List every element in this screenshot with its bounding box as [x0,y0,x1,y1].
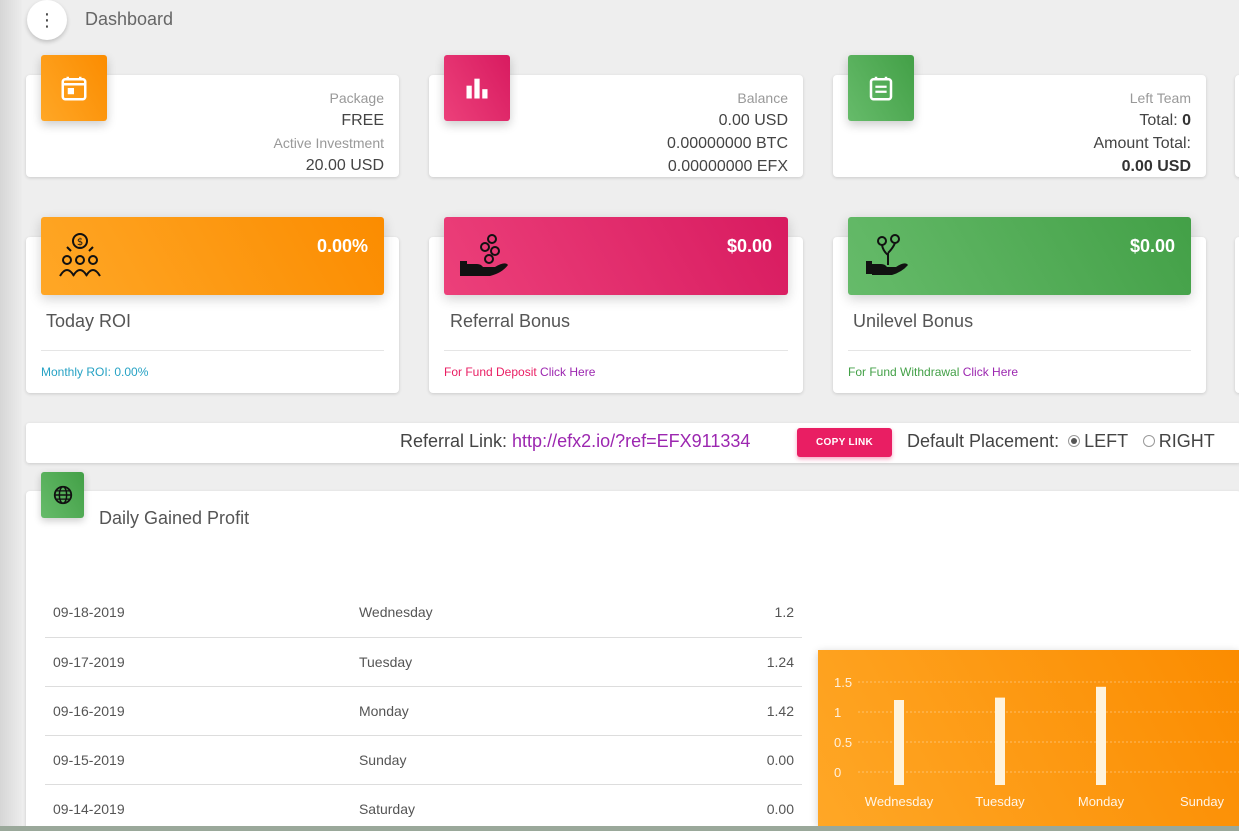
today-roi-amount: 0.00% [316,236,368,256]
table-row: 09-14-2019 Saturday 0.00 [45,784,802,831]
fund-withdrawal-text: For Fund Withdrawal [848,365,963,379]
divider [848,350,1191,351]
fund-deposit-footer: For Fund Deposit Click Here [444,365,595,379]
x-tick-label: Tuesday [975,794,1025,809]
profit-chart: 1.5 1 0.5 0 Wednesday Tuesday Monday Sunday [818,650,1239,826]
profit-table: 09-18-2019 Wednesday 1.2 09-17-2019 Tues… [45,588,802,831]
partial-card [1235,237,1239,393]
row-date: 09-17-2019 [45,637,351,687]
profit-icon-box [41,472,84,518]
page-title: Dashboard [85,9,174,29]
divider [444,350,788,351]
bar-tuesday [995,697,1005,785]
sidebar-edge [0,0,22,831]
placement-label: Default Placement: [907,431,1060,451]
default-placement: Default Placement: LEFT RIGHT [907,431,1215,452]
svg-text:$: $ [77,237,83,248]
balance-label: Balance [737,90,788,106]
row-value: 0.00 [650,784,802,831]
fund-deposit-link[interactable]: Click Here [540,365,595,379]
calendar-icon [61,76,87,101]
y-tick-label: 1 [834,705,841,720]
table-row: 09-18-2019 Wednesday 1.2 [45,588,802,638]
partial-card [1235,75,1239,177]
referral-bar: Referral Link: http://efx2.io/?ref=EFX91… [26,423,1239,463]
fund-withdrawal-link[interactable]: Click Here [963,365,1018,379]
package-label: Package [329,90,384,106]
referral-link[interactable]: http://efx2.io/?ref=EFX911334 [512,431,750,451]
bottom-edge [0,826,1239,831]
x-tick-label: Sunday [1180,794,1225,809]
y-tick-label: 1.5 [834,675,852,690]
monthly-roi-footer: Monthly ROI: 0.00% [41,365,148,379]
row-date: 09-15-2019 [45,735,351,785]
total-label: Total: [1139,112,1178,129]
fund-withdrawal-footer: For Fund Withdrawal Click Here [848,365,1018,379]
row-value: 0.00 [650,735,802,785]
bar-monday [1096,686,1106,785]
menu-button[interactable]: ⋮ [27,0,67,40]
radio-left[interactable] [1068,434,1081,447]
row-date: 09-16-2019 [45,686,351,736]
bar-chart-icon [466,78,488,99]
unilevel-bonus-banner: $0.00 [848,217,1191,295]
plant-hand-icon [866,234,908,275]
row-value: 1.42 [650,686,802,736]
profit-bar-chart: 1.5 1 0.5 0 Wednesday Tuesday Monday Sunday [834,675,1239,809]
globe-icon [53,485,72,505]
package-icon-box [41,55,107,121]
balance-efx: 0.00000000 EFX [667,158,788,175]
row-date: 09-14-2019 [45,784,351,831]
today-roi-title: Today ROI [46,311,132,331]
x-tick-label: Wednesday [865,794,934,809]
today-roi-banner: $ 0.00% [41,217,384,295]
table-row: 09-15-2019 Sunday 0.00 [45,735,802,785]
total-value: 0 [1182,112,1191,129]
x-tick-label: Monday [1078,794,1125,809]
row-day: Saturday [350,784,651,831]
referral-label-text: Referral Link: [400,431,513,451]
table-row: 09-17-2019 Tuesday 1.24 [45,637,802,687]
radio-right[interactable] [1142,434,1155,447]
referral-bonus-banner: $0.00 [444,217,788,295]
table-row: 09-16-2019 Monday 1.42 [45,686,802,736]
balance-usd: 0.00 USD [718,112,788,129]
monthly-roi-text: Monthly ROI: 0.00% [41,365,149,379]
radio-left-label[interactable]: LEFT [1084,431,1128,451]
referral-link-label: Referral Link: http://efx2.io/?ref=EFX91… [400,431,750,452]
bar-wednesday [894,700,904,785]
referral-bonus-amount: $0.00 [726,236,772,256]
left-team-label: Left Team [1129,90,1191,106]
copy-link-button[interactable]: COPY LINK [797,428,892,457]
profit-title: Daily Gained Profit [99,508,250,528]
investors-icon: $ [59,233,101,277]
package-value: FREE [341,112,384,129]
unilevel-bonus-title: Unilevel Bonus [853,311,974,331]
row-day: Sunday [350,735,651,785]
left-team-icon-box [848,55,914,121]
balance-icon-box [444,55,510,121]
more-vertical-icon: ⋮ [38,9,56,30]
y-tick-label: 0 [834,765,841,780]
radio-right-label[interactable]: RIGHT [1159,431,1215,451]
row-day: Monday [350,686,651,736]
row-value: 1.2 [650,588,802,638]
active-investment-value: 20.00 USD [305,157,384,174]
active-investment-label: Active Investment [273,135,385,151]
note-icon [869,76,893,101]
amount-total-value: 0.00 USD [1121,158,1191,175]
balance-btc: 0.00000000 BTC [667,135,788,152]
referral-bonus-title: Referral Bonus [450,311,571,331]
divider [41,350,384,351]
amount-total-label: Amount Total: [1093,135,1191,152]
row-day: Wednesday [350,588,651,638]
row-day: Tuesday [350,637,651,687]
unilevel-bonus-amount: $0.00 [1129,236,1175,256]
row-date: 09-18-2019 [45,588,351,638]
y-tick-label: 0.5 [834,735,852,750]
fund-deposit-text: For Fund Deposit [444,365,541,379]
row-value: 1.24 [650,637,802,687]
hand-coins-icon [460,234,508,276]
